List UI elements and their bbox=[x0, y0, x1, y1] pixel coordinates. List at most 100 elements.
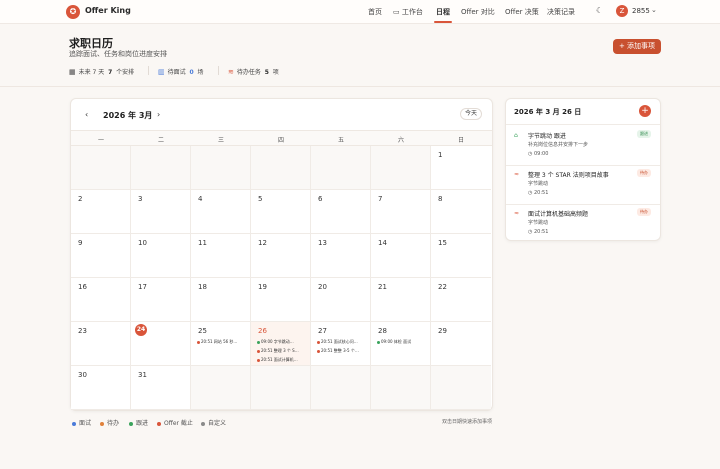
day-number: 16 bbox=[78, 283, 87, 291]
calendar-event[interactable]: 20:51 整整 3-5 个… bbox=[317, 348, 369, 354]
calendar-day-cell[interactable]: 2 bbox=[71, 190, 131, 234]
calendar-day-cell[interactable]: 11 bbox=[191, 234, 251, 278]
calendar-day-cell[interactable]: 3 bbox=[131, 190, 191, 234]
calendar-day-cell[interactable]: 14 bbox=[371, 234, 431, 278]
briefcase-icon: ▭ bbox=[393, 8, 400, 16]
avatar[interactable]: Z bbox=[616, 5, 628, 17]
logo-icon[interactable]: ✪ bbox=[66, 5, 80, 19]
calendar-event[interactable]: 20:51 面试核心问… bbox=[317, 339, 369, 345]
legend-label: 自定义 bbox=[208, 420, 227, 427]
task-item[interactable]: ⌂ 字节跳动 跟进 补充岗位信息并安排下一步 ◷ 09:00 跟进 bbox=[506, 129, 660, 167]
calendar-day-cell[interactable]: 13 bbox=[311, 234, 371, 278]
task-badge: 跟进 bbox=[637, 130, 651, 138]
calendar-day-cell[interactable]: 15 bbox=[431, 234, 491, 278]
calendar-day-cell[interactable]: 7 bbox=[371, 190, 431, 234]
legend-item: 面试 bbox=[72, 418, 91, 427]
calendar-empty-cell[interactable] bbox=[251, 366, 311, 410]
calendar-empty-cell[interactable] bbox=[191, 146, 251, 190]
brand-name[interactable]: Offer King bbox=[85, 6, 131, 15]
calendar-empty-cell[interactable] bbox=[311, 146, 371, 190]
task-item[interactable]: ≈ 面试计算机基础高频题 字节跳动 ◷ 20:51 待办 bbox=[506, 207, 660, 245]
nav-offer-decision[interactable]: Offer 决策 bbox=[505, 7, 539, 17]
day-number: 4 bbox=[198, 195, 203, 203]
legend-hint: 双击日期快速添加事项 bbox=[442, 419, 493, 425]
calendar-day-cell[interactable]: 6 bbox=[311, 190, 371, 234]
calendar-day-cell[interactable]: 10 bbox=[131, 234, 191, 278]
nav-home[interactable]: 首页 bbox=[368, 7, 382, 17]
day-number: 7 bbox=[378, 195, 383, 203]
add-event-button[interactable]: + bbox=[639, 105, 651, 117]
calendar-day-cell[interactable]: 21 bbox=[371, 278, 431, 322]
legend-label: Offer 截止 bbox=[164, 420, 193, 427]
calendar-event[interactable]: 20:51 面试计算机… bbox=[257, 357, 309, 363]
task-time: ◷ 20:51 bbox=[528, 229, 549, 235]
today-button[interactable]: 今天 bbox=[460, 108, 482, 120]
moon-icon[interactable]: ☾ bbox=[596, 6, 603, 15]
calendar-day-cell[interactable]: 24 bbox=[131, 322, 191, 366]
calendar-day-cell[interactable]: 28 09:00 体检 面试 bbox=[371, 322, 431, 366]
calendar-day-cell[interactable]: 17 bbox=[131, 278, 191, 322]
nav-decision-records[interactable]: 决策记录 bbox=[547, 7, 575, 17]
calendar-day-cell[interactable]: 23 bbox=[71, 322, 131, 366]
stat-interviews: ▥ 待面试 0 场 bbox=[158, 68, 204, 76]
day-detail-title: 2026 年 3 月 26 日 bbox=[514, 108, 582, 116]
calendar-day-cell[interactable]: 19 bbox=[251, 278, 311, 322]
day-number: 23 bbox=[78, 327, 87, 335]
calendar-day-cell[interactable]: 4 bbox=[191, 190, 251, 234]
nav-schedule[interactable]: 日程 bbox=[436, 7, 450, 17]
calendar-empty-cell[interactable] bbox=[371, 366, 431, 410]
calendar-day-cell[interactable]: 26 09:00 字节跳动… 20:51 整理 3 个 S… 20:51 面试计算机… bbox=[251, 322, 311, 366]
day-number: 12 bbox=[258, 239, 267, 247]
calendar-empty-cell[interactable] bbox=[71, 146, 131, 190]
chevron-right-icon[interactable]: › bbox=[157, 110, 160, 119]
nav-workbench[interactable]: ▭ 工作台 bbox=[393, 7, 423, 17]
weekday-label: 三 bbox=[217, 137, 224, 144]
day-number: 20 bbox=[318, 283, 327, 291]
calendar-day-cell[interactable]: 12 bbox=[251, 234, 311, 278]
day-number: 28 bbox=[378, 327, 387, 335]
day-number: 15 bbox=[438, 239, 447, 247]
calendar-day-cell[interactable]: 8 bbox=[431, 190, 491, 234]
day-number: 5 bbox=[258, 195, 263, 203]
calendar-day-cell[interactable]: 25 20:51 网站 56 秒… bbox=[191, 322, 251, 366]
calendar-day-cell[interactable]: 20 bbox=[311, 278, 371, 322]
chevron-left-icon[interactable]: ‹ bbox=[85, 110, 88, 119]
calendar-day-cell[interactable]: 9 bbox=[71, 234, 131, 278]
calendar-event[interactable]: 20:51 网站 56 秒… bbox=[197, 339, 249, 345]
calendar-day-cell[interactable]: 5 bbox=[251, 190, 311, 234]
calendar-empty-cell[interactable] bbox=[371, 146, 431, 190]
weekday-label: 四 bbox=[277, 137, 284, 144]
task-title: 面试计算机基础高频题 bbox=[528, 211, 589, 218]
add-item-button[interactable]: + 添加事项 bbox=[613, 39, 661, 54]
nav-offer-compare[interactable]: Offer 对比 bbox=[461, 7, 495, 17]
calendar-day-cell[interactable]: 1 bbox=[431, 146, 491, 190]
task-type-icon: ≈ bbox=[514, 171, 520, 178]
calendar-day-cell[interactable]: 27 20:51 面试核心问… 20:51 整整 3-5 个… bbox=[311, 322, 371, 366]
day-number: 1 bbox=[438, 151, 443, 159]
calendar-day-cell[interactable]: 22 bbox=[431, 278, 491, 322]
chevron-down-icon[interactable]: ⌄ bbox=[651, 6, 657, 14]
calendar-event[interactable]: 09:00 体检 面试 bbox=[377, 339, 429, 345]
calendar-empty-cell[interactable] bbox=[311, 366, 371, 410]
task-item[interactable]: ≈ 整理 3 个 STAR 法则项目故事 字节跳动 ◷ 20:51 待办 bbox=[506, 168, 660, 206]
calendar-day-cell[interactable]: 18 bbox=[191, 278, 251, 322]
legend-dot bbox=[157, 421, 161, 426]
calendar-empty-cell[interactable] bbox=[251, 146, 311, 190]
day-number: 31 bbox=[138, 371, 147, 379]
calendar-day-cell[interactable]: 31 bbox=[131, 366, 191, 410]
calendar-event[interactable]: 20:51 整理 3 个 S… bbox=[257, 348, 309, 354]
weekday-header: 一二三四五六日 bbox=[71, 130, 492, 146]
clock-icon: ◷ bbox=[528, 151, 533, 157]
calendar-day-cell[interactable]: 30 bbox=[71, 366, 131, 410]
calendar-empty-cell[interactable] bbox=[191, 366, 251, 410]
event-dot bbox=[377, 340, 380, 344]
stat-upcoming: ▦ 未来 7 天 7 个安排 bbox=[69, 68, 135, 76]
calendar-event[interactable]: 09:00 字节跳动… bbox=[257, 339, 309, 345]
day-number: 2 bbox=[78, 195, 83, 203]
calendar-empty-cell[interactable] bbox=[431, 366, 491, 410]
divider bbox=[506, 204, 660, 205]
divider bbox=[0, 86, 720, 87]
calendar-day-cell[interactable]: 16 bbox=[71, 278, 131, 322]
calendar-day-cell[interactable]: 29 bbox=[431, 322, 491, 366]
calendar-empty-cell[interactable] bbox=[131, 146, 191, 190]
